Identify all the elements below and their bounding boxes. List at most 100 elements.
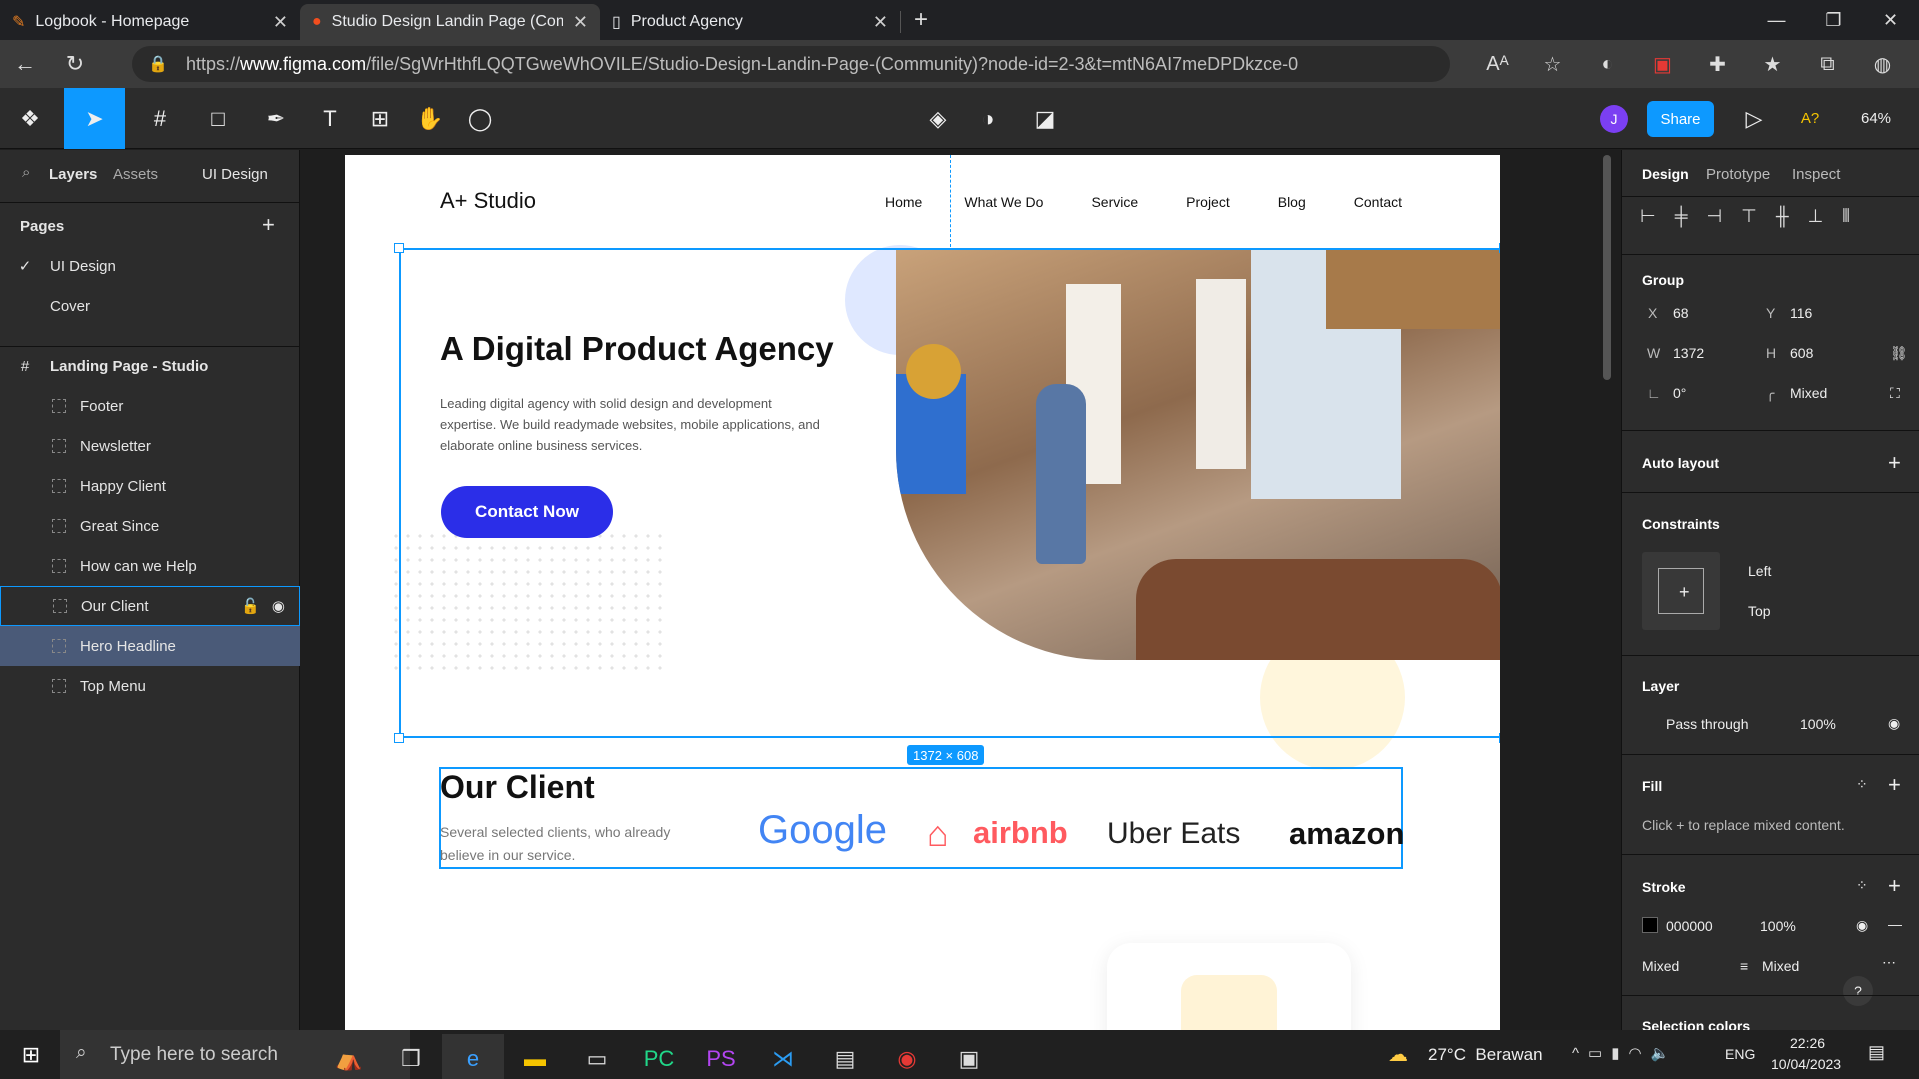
resize-handle[interactable] — [1499, 733, 1500, 743]
layer-hero-headline[interactable]: Hero Headline — [0, 626, 300, 666]
nav-service[interactable]: Service — [1091, 194, 1138, 210]
extension-red-icon[interactable]: ▣ — [1635, 52, 1690, 77]
align-top-icon[interactable]: ⊤ — [1741, 206, 1757, 227]
vscode-icon[interactable]: ⋊ — [752, 1034, 814, 1079]
add-page-icon[interactable]: + — [262, 212, 275, 238]
horizontal-constraint[interactable]: Left — [1748, 563, 1771, 579]
page-ui-design[interactable]: ✓ UI Design — [0, 246, 300, 286]
terminal-icon[interactable]: ▤ — [814, 1034, 876, 1079]
layer-frame[interactable]: # Landing Page - Studio — [0, 346, 300, 386]
canvas-scrollbar[interactable] — [1603, 155, 1611, 380]
layer-top-menu[interactable]: Top Menu — [0, 666, 300, 706]
blend-mode-select[interactable]: Pass through — [1666, 716, 1749, 732]
component-icon[interactable]: ◈ — [918, 88, 958, 149]
layer-happy-client[interactable]: Happy Client — [0, 466, 300, 506]
page-cover[interactable]: Cover — [0, 286, 300, 326]
align-center-icon[interactable]: ╪ — [1675, 206, 1688, 227]
figma-menu-icon[interactable]: ❖ — [8, 88, 52, 149]
clock-date[interactable]: 10/04/2023 — [1771, 1056, 1841, 1072]
eye-icon[interactable]: ◉ — [1888, 715, 1900, 732]
x-field[interactable]: 68 — [1673, 305, 1689, 321]
boolean-icon[interactable]: ◪ — [1020, 88, 1070, 149]
align-right-icon[interactable]: ⊣ — [1706, 206, 1722, 227]
mask-icon[interactable]: ◑ — [968, 88, 1008, 149]
help-button[interactable]: ? — [1843, 976, 1873, 1006]
stroke-position[interactable]: Mixed — [1642, 958, 1679, 974]
eye-icon[interactable]: ◉ — [1856, 917, 1868, 934]
canvas[interactable]: A+ Studio Home What We Do Service Projec… — [301, 150, 1621, 1030]
align-middle-icon[interactable]: ╫ — [1776, 206, 1789, 227]
style-grid-icon[interactable]: ⁘ — [1856, 776, 1868, 793]
layer-opacity[interactable]: 100% — [1800, 716, 1836, 732]
pen-tool-icon[interactable]: ✒ — [252, 88, 300, 149]
more-options-icon[interactable]: ⋯ — [1882, 954, 1896, 971]
puzzle-icon[interactable]: ✚ — [1690, 52, 1745, 77]
shape-tool-icon[interactable]: □ — [194, 88, 242, 149]
edge-icon[interactable]: e — [442, 1034, 504, 1079]
minimize-icon[interactable]: — — [1748, 10, 1805, 31]
close-icon[interactable]: ✕ — [573, 12, 588, 33]
reload-icon[interactable]: ↻ — [50, 51, 100, 77]
weather-text[interactable]: 27°C Berawan — [1428, 1045, 1543, 1065]
close-icon[interactable]: ✕ — [273, 12, 288, 33]
tray-icons[interactable]: ^▭▮◠🔈 — [1572, 1044, 1678, 1062]
stroke-swatch[interactable] — [1642, 917, 1658, 933]
hand-tool-icon[interactable]: ✋ — [410, 88, 450, 149]
present-icon[interactable]: ▷ — [1734, 88, 1774, 149]
tab-figma[interactable]: ● Studio Design Landin Page (Com ✕ — [300, 4, 600, 40]
move-tool-icon[interactable]: ➤ — [64, 88, 125, 149]
stroke-opacity[interactable]: 100% — [1760, 918, 1796, 934]
collections-icon[interactable]: ⧉ — [1800, 53, 1855, 76]
landing-page-frame[interactable]: A+ Studio Home What We Do Service Projec… — [345, 155, 1500, 1030]
text-tool-icon[interactable]: T — [310, 88, 350, 149]
clock-time[interactable]: 22:26 — [1790, 1035, 1825, 1051]
ai-label[interactable]: A? — [1790, 88, 1830, 149]
comment-tool-icon[interactable]: ◯ — [460, 88, 500, 149]
pycharm-icon[interactable]: PC — [628, 1034, 690, 1079]
avatar[interactable]: J — [1600, 105, 1628, 133]
close-window-icon[interactable]: ✕ — [1862, 10, 1919, 31]
favorites-icon[interactable]: ★ — [1745, 52, 1800, 77]
tab-layers[interactable]: Layers — [49, 166, 97, 183]
resize-handle[interactable] — [1499, 243, 1500, 253]
add-auto-layout-icon[interactable]: + — [1888, 450, 1901, 476]
layer-great-since[interactable]: Great Since — [0, 506, 300, 546]
style-grid-icon[interactable]: ⁘ — [1856, 877, 1868, 894]
layer-footer[interactable]: Footer — [0, 386, 300, 426]
windows-start-icon[interactable]: ⊞ — [0, 1030, 62, 1079]
url-field[interactable]: 🔒 https://www.figma.com/file/SgWrHthfLQQT… — [132, 46, 1450, 82]
stroke-color[interactable]: 000000 — [1666, 918, 1713, 934]
add-fill-icon[interactable]: + — [1888, 772, 1901, 798]
phpstorm-icon[interactable]: PS — [690, 1034, 752, 1079]
nav-project[interactable]: Project — [1186, 194, 1230, 210]
y-field[interactable]: 116 — [1790, 305, 1812, 321]
chrome-icon[interactable]: ◉ — [876, 1034, 938, 1079]
nav-blog[interactable]: Blog — [1278, 194, 1306, 210]
read-aloud-icon[interactable]: Aᴬ — [1470, 53, 1525, 76]
constraint-widget[interactable]: + — [1642, 552, 1720, 630]
independent-corners-icon[interactable]: ⛶ — [1890, 385, 1900, 402]
align-left-icon[interactable]: ⊢ — [1640, 206, 1656, 227]
tab-inspect[interactable]: Inspect — [1792, 166, 1840, 183]
resize-handle[interactable] — [394, 733, 404, 743]
close-icon[interactable]: ✕ — [873, 12, 888, 33]
favorite-icon[interactable]: ☆ — [1525, 52, 1580, 77]
nav-contact[interactable]: Contact — [1354, 194, 1402, 210]
tab-design[interactable]: Design — [1642, 166, 1689, 182]
language-indicator[interactable]: ENG — [1725, 1046, 1755, 1062]
radius-field[interactable]: Mixed — [1790, 385, 1827, 401]
add-stroke-icon[interactable]: + — [1888, 873, 1901, 899]
layer-newsletter[interactable]: Newsletter — [0, 426, 300, 466]
rotation-field[interactable]: 0° — [1673, 385, 1686, 401]
stroke-weight[interactable]: Mixed — [1762, 958, 1799, 974]
zoom-level[interactable]: 64% — [1846, 88, 1906, 149]
extension-icon[interactable]: ◐ — [1580, 53, 1635, 76]
frame-tool-icon[interactable]: # — [136, 88, 184, 149]
notification-icon[interactable]: ▤ — [1868, 1042, 1885, 1063]
unlock-icon[interactable]: 🔓 — [241, 597, 260, 615]
resize-handle[interactable] — [394, 243, 404, 253]
search-icon[interactable]: ⌕ — [22, 164, 30, 181]
nav-home[interactable]: Home — [885, 194, 922, 210]
layer-how-can-we-help[interactable]: How can we Help — [0, 546, 300, 586]
file-explorer-icon[interactable]: ▬ — [504, 1034, 566, 1079]
